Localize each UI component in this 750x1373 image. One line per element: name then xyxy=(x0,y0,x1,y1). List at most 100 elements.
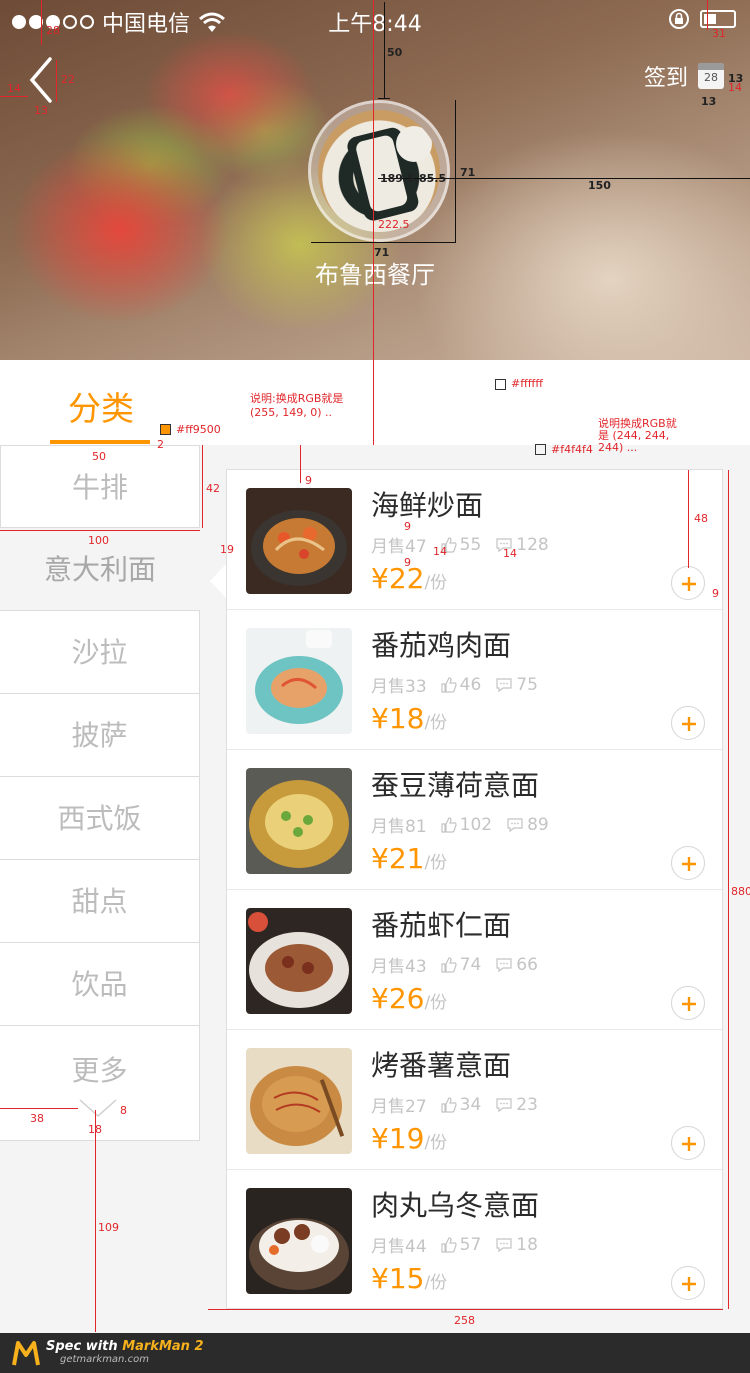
category-label: 更多 xyxy=(71,1054,128,1087)
comment-icon xyxy=(496,957,512,972)
sushi-image xyxy=(318,110,440,232)
dish-item[interactable]: 肉丸乌冬意面 月售44 57 18 ¥15/份 xyxy=(227,1170,722,1310)
spec-label: 50 xyxy=(387,46,403,59)
guide-line xyxy=(455,100,456,242)
thumbs-up-icon xyxy=(441,956,457,973)
status-bar: 中国电信 上午8:44 xyxy=(0,0,750,40)
add-to-cart-button[interactable] xyxy=(671,566,705,600)
comments-count: 18 xyxy=(516,1234,538,1255)
comments-stat: 75 xyxy=(495,675,538,695)
category-label: 意大利面 xyxy=(43,553,156,586)
plus-icon xyxy=(682,997,696,1011)
category-label: 沙拉 xyxy=(71,636,128,669)
add-to-cart-button[interactable] xyxy=(671,706,705,740)
guide-line xyxy=(373,0,374,445)
likes-count: 55 xyxy=(459,534,482,555)
dish-item[interactable]: 蚕豆薄荷意面 月售81 102 89 ¥21/份 xyxy=(227,750,722,890)
monthly-sales: 月售47 xyxy=(371,537,427,557)
dish-image xyxy=(246,908,352,1014)
monthly-sales: 月售43 xyxy=(371,957,427,977)
spec-label: 71 xyxy=(374,246,390,259)
spec-label: 13 xyxy=(701,95,717,108)
guide-line xyxy=(300,445,301,483)
dish-item[interactable]: 番茄鸡肉面 月售33 46 75 ¥18/份 xyxy=(227,610,722,750)
spec-label: 13 xyxy=(34,104,48,117)
comment-icon xyxy=(496,1237,512,1252)
likes-count: 74 xyxy=(459,954,482,975)
plus-icon xyxy=(682,1137,696,1151)
category-label: 饮品 xyxy=(71,968,128,1001)
spec-note: 说明:换成RGB就是 (255, 149, 0) .. xyxy=(250,392,344,419)
add-to-cart-button[interactable] xyxy=(671,1266,705,1300)
spec-label: 222.5 xyxy=(378,218,410,231)
category-label: 西式饭 xyxy=(57,802,142,835)
monthly-sales: 月售27 xyxy=(371,1097,427,1117)
chevron-down-icon xyxy=(79,1099,117,1118)
add-to-cart-button[interactable] xyxy=(671,1126,705,1160)
color-swatch-white xyxy=(495,379,506,390)
color-swatch-orange xyxy=(160,424,171,435)
thumbs-up-icon xyxy=(441,1096,457,1113)
dish-price: ¥21 xyxy=(371,842,425,875)
plus-icon xyxy=(682,857,696,871)
spec-label: 9 xyxy=(404,556,411,569)
likes-stat: 74 xyxy=(441,954,482,975)
dish-stats: 月售27 34 23 xyxy=(371,1092,538,1118)
plus-icon xyxy=(682,1277,696,1291)
price-unit: /份 xyxy=(424,573,448,593)
guide-line xyxy=(208,1309,723,1310)
dish-name: 烤番薯意面 xyxy=(371,1049,512,1082)
price-unit: /份 xyxy=(424,1133,448,1153)
status-time: 上午8:44 xyxy=(328,12,422,37)
category-item-pizza[interactable]: 披萨 xyxy=(0,694,200,777)
battery-icon xyxy=(700,10,736,28)
dish-item[interactable]: 番茄虾仁面 月售43 74 66 ¥26/份 xyxy=(227,890,722,1030)
likes-count: 57 xyxy=(459,1234,482,1255)
dish-image xyxy=(246,628,352,734)
likes-stat: 34 xyxy=(441,1095,481,1115)
dish-image xyxy=(246,488,352,594)
dish-price: ¥26 xyxy=(371,982,425,1015)
dish-name: 海鲜炒面 xyxy=(371,489,484,522)
spec-label: 50 xyxy=(92,450,106,463)
dish-image xyxy=(246,1048,352,1154)
dish-name: 蚕豆薄荷意面 xyxy=(371,769,540,802)
checkin-label: 签到 xyxy=(643,66,688,91)
price-unit: /份 xyxy=(424,1273,448,1293)
dish-item[interactable]: 烤番薯意面 月售27 34 23 ¥19/份 xyxy=(227,1030,722,1170)
comments-count: 66 xyxy=(516,954,538,975)
dish-price-row: ¥15/份 xyxy=(371,1262,447,1295)
checkin-button[interactable]: 签到 28 xyxy=(644,60,724,92)
guide-line xyxy=(707,0,708,30)
comment-icon xyxy=(507,817,523,832)
spec-label: 8 xyxy=(120,1104,127,1117)
monthly-sales: 月售33 xyxy=(371,677,427,697)
category-item-dessert[interactable]: 甜点 xyxy=(0,860,200,943)
category-item-salad[interactable]: 沙拉 xyxy=(0,611,200,694)
spec-label: 19 xyxy=(220,543,234,556)
footer-brand: MarkMan 2 xyxy=(122,1339,204,1354)
spec-label: 71 xyxy=(460,166,476,179)
category-item-western-rice[interactable]: 西式饭 xyxy=(0,777,200,860)
comment-icon xyxy=(496,677,512,692)
plus-icon xyxy=(682,717,696,731)
category-item-drinks[interactable]: 饮品 xyxy=(0,943,200,1026)
add-to-cart-button[interactable] xyxy=(671,986,705,1020)
dish-price: ¥15 xyxy=(371,1262,425,1295)
footer-url: getmarkman.com xyxy=(60,1354,149,1365)
dish-item[interactable]: 海鲜炒面 月售47 55 128 ¥22/份 xyxy=(227,470,722,610)
spec-label: 42 xyxy=(206,482,220,495)
dish-price: ¥19 xyxy=(371,1122,425,1155)
plus-icon xyxy=(682,577,696,591)
dish-price-row: ¥21/份 xyxy=(371,842,447,875)
spec-label: 189.5,85.5 xyxy=(380,172,447,185)
dish-price: ¥18 xyxy=(371,702,425,735)
comments-stat: 66 xyxy=(495,955,538,975)
add-to-cart-button[interactable] xyxy=(671,846,705,880)
comments-stat: 18 xyxy=(495,1235,538,1255)
thumbs-up-icon xyxy=(441,676,457,693)
likes-stat: 102 xyxy=(441,815,492,835)
monthly-sales: 月售81 xyxy=(371,817,427,837)
spec-label: 28 xyxy=(46,24,60,37)
rotation-lock-icon xyxy=(669,9,689,29)
